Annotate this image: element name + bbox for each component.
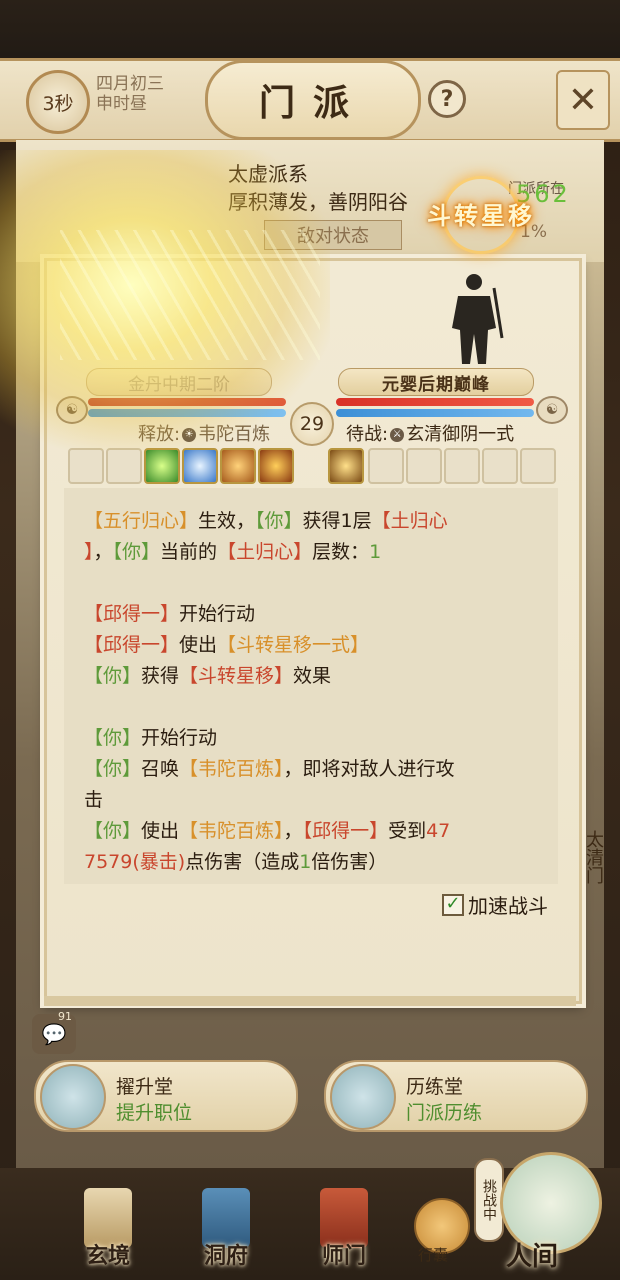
- strike-skill-icon[interactable]: [328, 448, 364, 484]
- question-icon[interactable]: ?: [428, 80, 466, 118]
- hall-title: 擢升堂: [116, 1076, 174, 1098]
- skill-slot-empty: [106, 448, 142, 484]
- hall-subtitle: 门派历练: [406, 1102, 483, 1124]
- log-line: 【你】使出【韦陀百炼】，【邱得一】受到47: [84, 820, 451, 842]
- log-line: 【你】开始行动: [84, 727, 218, 749]
- log-line: 【邱得一】开始行动: [84, 603, 256, 625]
- skill-slot-empty: [482, 448, 518, 484]
- hall-title: 历练堂: [406, 1076, 464, 1098]
- wind-skill-icon[interactable]: [144, 448, 180, 484]
- enemy-hp-bar: [336, 398, 534, 406]
- moon-skill-icon[interactable]: [220, 448, 256, 484]
- page-title: 门派: [205, 60, 421, 140]
- player-avatar-icon: ☯: [56, 396, 88, 424]
- side-gate-label[interactable]: 太清门: [580, 830, 606, 884]
- date-line-1: 四月初三: [96, 74, 164, 94]
- skill-slot-empty: [444, 448, 480, 484]
- close-icon[interactable]: ✕: [556, 70, 610, 130]
- fire-skill-icon[interactable]: [258, 448, 294, 484]
- skill-small-icon: ☀: [182, 428, 197, 442]
- skill-slot-empty: [406, 448, 442, 484]
- release-label: 释放:: [138, 424, 181, 445]
- skill-effect-banner: 斗转星移: [427, 200, 535, 230]
- log-line: 击: [84, 789, 104, 811]
- combat-log[interactable]: 【五行归心】生效，【你】获得1层【土归心 】，【你】当前的【土归心】层数：1 【…: [64, 488, 558, 884]
- enemy-mp-bar: [336, 409, 534, 417]
- hall-subtitle: 提升职位: [116, 1102, 193, 1124]
- skill-slot-empty: [368, 448, 404, 484]
- skill-slot-empty: [68, 448, 104, 484]
- log-line: 7579(暴击)点伤害（造成1倍伤害）: [84, 851, 388, 873]
- release-value: 韦陀百炼: [198, 424, 271, 445]
- log-line: 】，【你】当前的【土归心】层数：1: [84, 541, 382, 563]
- accelerate-label: 加速战斗: [468, 894, 548, 918]
- hostile-status-button[interactable]: 敌对状态: [264, 220, 402, 250]
- training-hall-button[interactable]: 历练堂 门派历练: [324, 1060, 588, 1132]
- panel-bottom-edge: [44, 996, 576, 1006]
- date-line-2: 申时昼: [96, 94, 147, 114]
- world-label[interactable]: 人间: [506, 1236, 558, 1273]
- hall-building-icon: [330, 1064, 396, 1130]
- nav-label: 师门: [321, 1243, 366, 1269]
- skill-small-icon: ⚔: [390, 428, 405, 442]
- game-date: 四月初三 申时昼: [96, 74, 164, 114]
- sect-name: 太虚派系: [228, 162, 308, 186]
- nav-label: 玄境: [85, 1243, 130, 1269]
- enemy-figure: [452, 274, 504, 364]
- player-realm: 金丹中期二阶: [86, 368, 272, 396]
- log-line: 【五行归心】生效，【你】获得1层【土归心: [84, 510, 448, 532]
- bag-label: 行囊: [418, 1246, 449, 1264]
- water-skill-icon[interactable]: [182, 448, 218, 484]
- hall-building-icon: [40, 1064, 106, 1130]
- log-line: 【你】召唤【韦陀百炼】，即将对敌人进行攻: [84, 758, 455, 780]
- release-skill: 释放: ☀ 韦陀百炼: [138, 420, 270, 446]
- skill-slot-empty: [520, 448, 556, 484]
- log-line: 【邱得一】使出【斗转星移一式】: [84, 634, 370, 656]
- standby-skill: 待战: ⚔ 玄清御阴一式: [346, 420, 514, 446]
- log-line: 【你】获得【斗转星移】效果: [84, 665, 332, 687]
- standby-value: 玄清御阴一式: [406, 424, 515, 445]
- nav-item-dongfu[interactable]: 洞府: [186, 1188, 266, 1280]
- player-mp-bar: [88, 409, 286, 417]
- nav-item-shimen[interactable]: 师门: [304, 1188, 384, 1280]
- round-counter: 29: [290, 402, 334, 446]
- promotion-hall-button[interactable]: 擢升堂 提升职位: [34, 1060, 298, 1132]
- chat-badge: 91: [58, 1010, 72, 1023]
- timer-badge: 3秒: [26, 70, 90, 134]
- enemy-realm: 元婴后期巅峰: [338, 368, 534, 396]
- accelerate-battle-checkbox[interactable]: ✓ 加速战斗: [442, 890, 548, 919]
- standby-label: 待战:: [346, 424, 389, 445]
- enemy-avatar-icon: ☯: [536, 396, 568, 424]
- nav-item-xuanjing[interactable]: 玄境: [68, 1188, 148, 1280]
- player-hp-bar: [88, 398, 286, 406]
- check-icon[interactable]: ✓: [442, 893, 464, 916]
- nav-label: 洞府: [203, 1243, 248, 1269]
- sect-description: 厚积薄发，善阴阳谷: [228, 190, 408, 214]
